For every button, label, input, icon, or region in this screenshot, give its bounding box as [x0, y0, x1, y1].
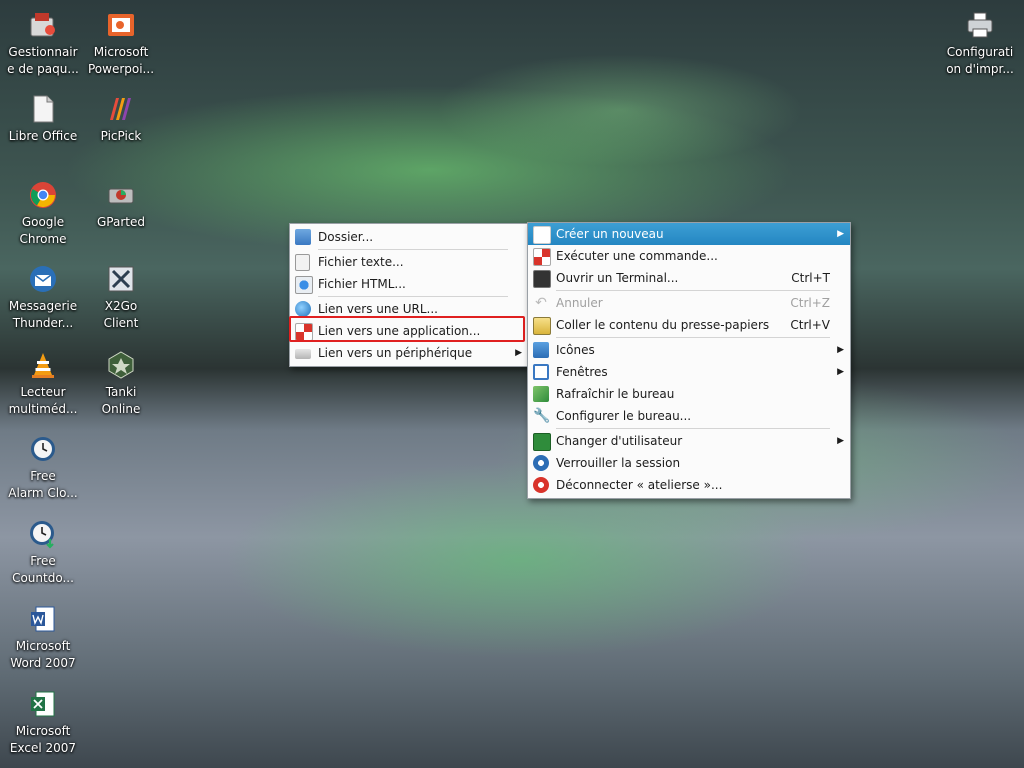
icons-icon — [533, 342, 549, 358]
create-new-submenu: Dossier... Fichier texte... Fichier HTML… — [289, 223, 529, 367]
chevron-right-icon: ▶ — [515, 348, 522, 358]
menu-separator — [556, 428, 830, 429]
menu-item-paste[interactable]: Coller le contenu du presse-papiers Ctrl… — [528, 314, 850, 336]
desktop-icon-label: Microsoft Word 2007 — [10, 639, 76, 670]
desktop-icon-label: Microsoft Powerpoi... — [87, 45, 155, 76]
package-manager-icon — [26, 8, 60, 42]
shortcut-label: Ctrl+V — [790, 318, 830, 332]
desktop-icon-label: Libre Office — [8, 129, 78, 143]
submenu-item-html-file[interactable]: Fichier HTML... — [290, 273, 528, 295]
logout-icon — [533, 477, 549, 493]
word-icon — [26, 602, 60, 636]
desktop-icon-countdown[interactable]: Free Countdo... — [3, 517, 83, 587]
shortcut-label: Ctrl+Z — [790, 296, 830, 310]
desktop-icon-label: Lecteur multiméd... — [8, 385, 78, 416]
shortcut-label: Ctrl+T — [791, 271, 830, 285]
powerpoint-icon — [104, 8, 138, 42]
countdown-icon — [26, 517, 60, 551]
windows-icon — [533, 364, 549, 380]
switch-user-icon — [533, 433, 551, 451]
chevron-right-icon: ▶ — [837, 345, 844, 355]
desktop-icon-label: Gestionnair e de paqu... — [7, 45, 79, 76]
desktop-icon-thunderbird[interactable]: Messagerie Thunder... — [3, 262, 83, 332]
desktop-icon-label: Messagerie Thunder... — [8, 299, 78, 330]
tanki-icon — [104, 348, 138, 382]
menu-item-open-terminal[interactable]: Ouvrir un Terminal... Ctrl+T — [528, 267, 850, 289]
desktop-icon-package-manager[interactable]: Gestionnair e de paqu... — [3, 8, 83, 78]
submenu-item-device-link[interactable]: Lien vers un périphérique ▶ — [290, 342, 528, 364]
desktop-icon-label: Google Chrome — [19, 215, 67, 246]
desktop-icon-label: Microsoft Excel 2007 — [9, 724, 77, 755]
desktop-icon-label: Free Countdo... — [12, 554, 74, 585]
menu-item-switch-user[interactable]: Changer d'utilisateur ▶ — [528, 430, 850, 452]
printer-icon — [963, 8, 997, 42]
vlc-icon — [26, 348, 60, 382]
url-link-icon — [295, 301, 311, 317]
configure-icon: 🔧 — [533, 408, 551, 424]
folder-icon — [295, 229, 311, 245]
desktop-icon-x2go[interactable]: X2Go Client — [81, 262, 161, 332]
libreoffice-icon — [26, 92, 60, 126]
menu-item-undo[interactable]: ↶ Annuler Ctrl+Z — [528, 292, 850, 314]
menu-item-lock-session[interactable]: Verrouiller la session — [528, 452, 850, 474]
desktop-context-menu: Créer un nouveau ▶ Exécuter une commande… — [527, 222, 851, 499]
refresh-icon — [533, 386, 549, 402]
undo-icon: ↶ — [535, 295, 547, 311]
desktop-icon-gparted[interactable]: GParted — [81, 178, 161, 231]
annotation-highlight-box — [289, 316, 525, 342]
desktop-icon-alarm-clock[interactable]: Free Alarm Clo... — [3, 432, 83, 502]
x2go-icon — [104, 262, 138, 296]
desktop-icon-chrome[interactable]: Google Chrome — [3, 178, 83, 248]
terminal-icon — [533, 270, 551, 288]
picpick-icon — [104, 92, 138, 126]
desktop-icon-printer-config[interactable]: Configurati on d'impr... — [940, 8, 1020, 78]
device-link-icon — [295, 349, 311, 359]
menu-separator — [556, 337, 830, 338]
chevron-right-icon: ▶ — [837, 367, 844, 377]
menu-separator — [556, 290, 830, 291]
alarm-clock-icon — [26, 432, 60, 466]
submenu-item-text-file[interactable]: Fichier texte... — [290, 251, 528, 273]
gparted-icon — [104, 178, 138, 212]
desktop-icon-label: PicPick — [100, 129, 142, 143]
create-new-icon — [533, 226, 551, 244]
run-command-icon — [533, 248, 551, 266]
desktop-icon-label: Tanki Online — [101, 385, 141, 416]
desktop-icon-excel[interactable]: Microsoft Excel 2007 — [3, 687, 83, 757]
desktop-icon-label: GParted — [97, 215, 145, 229]
paste-icon — [533, 317, 551, 335]
lock-icon — [533, 455, 549, 471]
menu-separator — [318, 296, 508, 297]
desktop-icon-picpick[interactable]: PicPick — [81, 92, 161, 145]
menu-item-refresh[interactable]: Rafraîchir le bureau — [528, 383, 850, 405]
menu-item-logout[interactable]: Déconnecter « atelierse »... — [528, 474, 850, 496]
chevron-right-icon: ▶ — [837, 436, 844, 446]
desktop-icon-powerpoint[interactable]: Microsoft Powerpoi... — [81, 8, 161, 78]
menu-item-icons[interactable]: Icônes ▶ — [528, 339, 850, 361]
chevron-right-icon: ▶ — [837, 229, 844, 239]
menu-separator — [318, 249, 508, 250]
desktop-icon-word[interactable]: Microsoft Word 2007 — [3, 602, 83, 672]
menu-item-windows[interactable]: Fenêtres ▶ — [528, 361, 850, 383]
desktop-icon-vlc[interactable]: Lecteur multiméd... — [3, 348, 83, 418]
menu-item-create-new[interactable]: Créer un nouveau ▶ — [528, 223, 850, 245]
desktop-icon-label: Free Alarm Clo... — [8, 469, 78, 500]
chrome-icon — [26, 178, 60, 212]
desktop-icon-label: Configurati on d'impr... — [946, 45, 1014, 76]
menu-item-run-command[interactable]: Exécuter une commande... — [528, 245, 850, 267]
html-file-icon — [295, 276, 313, 294]
desktop-icon-tanki[interactable]: Tanki Online — [81, 348, 161, 418]
excel-icon — [26, 687, 60, 721]
desktop-icon-label: X2Go Client — [103, 299, 139, 330]
thunderbird-icon — [26, 262, 60, 296]
menu-item-configure[interactable]: 🔧 Configurer le bureau... — [528, 405, 850, 427]
text-file-icon — [295, 254, 310, 271]
desktop-icon-libreoffice[interactable]: Libre Office — [3, 92, 83, 145]
submenu-item-folder[interactable]: Dossier... — [290, 226, 528, 248]
